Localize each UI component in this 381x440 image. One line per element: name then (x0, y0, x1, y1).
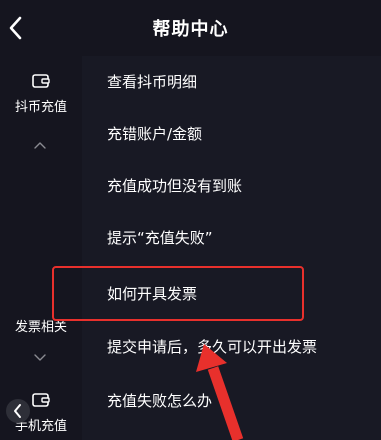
sidebar-item-label: 抖币充值 (14, 100, 67, 115)
list-item[interactable]: 充错账户/金额 (82, 108, 381, 160)
list-item-label: 充值失败怎么办 (107, 392, 213, 410)
list-item[interactable]: 提示“充值失败” (82, 212, 381, 264)
floating-back-button[interactable] (6, 399, 30, 423)
wallet-icon (32, 74, 50, 88)
list-item-label: 充错账户/金额 (107, 125, 203, 143)
list-item[interactable]: 提交申请后，多久可以开出发票 (82, 321, 381, 373)
list-item-label: 充值成功但没有到账 (107, 177, 243, 195)
sidebar-item-douyin-coin[interactable]: 抖币充值 (0, 73, 82, 115)
help-topic-list: 查看抖币明细 充错账户/金额 充值成功但没有到账 提示“充值失败” 如何开具发票… (82, 56, 381, 440)
chevron-down-icon[interactable] (33, 352, 47, 362)
list-item[interactable]: 充值失败怎么办 (82, 375, 381, 427)
list-item-label: 提示“充值失败” (107, 229, 213, 247)
list-item[interactable]: 查看抖币明细 (82, 56, 381, 108)
page-title: 帮助中心 (152, 19, 229, 40)
category-sidebar: 抖币充值 发票相关 手机充值 (0, 56, 82, 440)
wallet-icon (32, 393, 50, 407)
list-item-label: 提交申请后，多久可以开出发票 (107, 338, 318, 356)
header-bar: 帮助中心 (0, 0, 381, 56)
chevron-left-icon (14, 404, 21, 418)
highlight-box (52, 266, 304, 321)
chevron-up-icon[interactable] (33, 140, 47, 150)
list-item-label: 查看抖币明细 (107, 73, 198, 91)
list-item[interactable]: 充值成功但没有到账 (82, 160, 381, 212)
